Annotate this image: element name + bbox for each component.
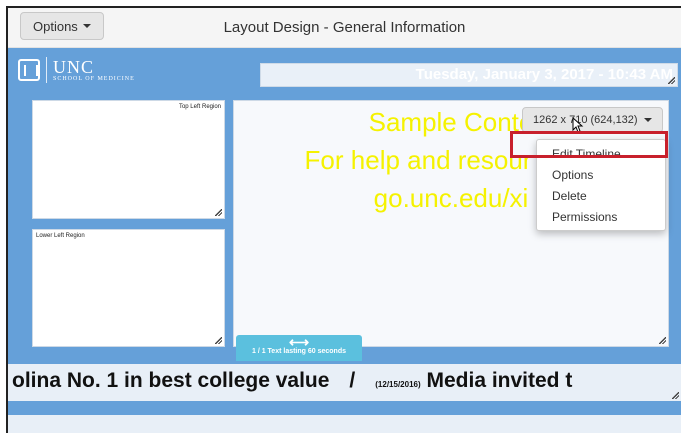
ticker-date: (12/15/2016): [375, 380, 421, 389]
left-right-arrow-icon: ⟷: [288, 334, 310, 350]
caret-down-icon: [643, 118, 652, 122]
region-label: Top Left Region: [178, 104, 221, 110]
ticker-headline: Media invited t: [426, 369, 573, 392]
ticker-headline: olina No. 1 in best college value: [12, 369, 330, 392]
timeline-tab[interactable]: ⟷ 1 / 1 Text lasting 60 seconds: [236, 335, 362, 361]
ticker-separator: /: [349, 369, 356, 392]
bottom-region[interactable]: [8, 415, 681, 433]
logo-subtitle: SCHOOL OF MEDICINE: [53, 76, 135, 82]
menu-item-delete[interactable]: Delete: [537, 186, 665, 207]
menu-item-permissions[interactable]: Permissions: [537, 207, 665, 228]
region-size-label: 1262 x 710 (624,132): [533, 114, 638, 126]
unc-logo: UNC SCHOOL OF MEDICINE: [18, 57, 135, 83]
main-content-region[interactable]: Sample Conte For help and resour go.unc.…: [233, 100, 669, 347]
ticker-region[interactable]: olina No. 1 in best college value / (12/15…: [8, 364, 681, 401]
resize-handle-icon[interactable]: [672, 392, 679, 399]
page-title: Layout Design - General Information: [223, 19, 466, 36]
resize-handle-icon[interactable]: [659, 337, 666, 344]
top-left-region[interactable]: Top Left Region: [32, 100, 225, 219]
lower-left-region[interactable]: Lower Left Region: [32, 229, 225, 347]
old-well-icon: [18, 59, 40, 81]
resize-handle-icon[interactable]: [668, 77, 675, 84]
logo-divider: [46, 57, 47, 83]
region-label: Lower Left Region: [36, 233, 85, 239]
layout-canvas: UNC SCHOOL OF MEDICINE Tuesday, January …: [8, 48, 681, 433]
resize-handle-icon[interactable]: [215, 337, 222, 344]
date-time-region[interactable]: Tuesday, January 3, 2017 - 10:43 AM: [260, 63, 678, 87]
region-size-button[interactable]: 1262 x 710 (624,132): [522, 107, 663, 133]
date-time-text: Tuesday, January 3, 2017 - 10:43 AM: [415, 66, 673, 83]
menu-item-options[interactable]: Options: [537, 165, 665, 186]
header-region: UNC SCHOOL OF MEDICINE Tuesday, January …: [18, 55, 681, 95]
ticker-text: olina No. 1 in best college value / (12/15…: [12, 369, 572, 393]
logo-title: UNC: [53, 57, 95, 77]
top-bar: Options Layout Design - General Informat…: [8, 8, 681, 48]
timeline-tab-label: 1 / 1 Text lasting 60 seconds: [251, 348, 347, 355]
highlight-box: [510, 131, 668, 158]
resize-handle-icon[interactable]: [215, 209, 222, 216]
